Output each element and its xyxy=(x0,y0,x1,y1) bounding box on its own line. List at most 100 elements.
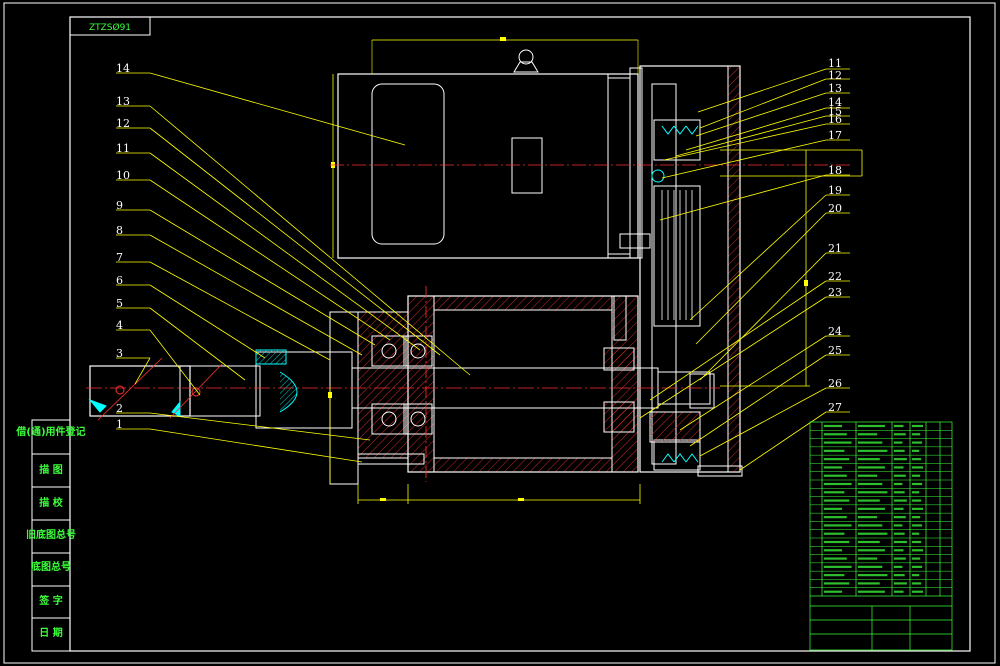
parts-list-entry xyxy=(824,565,852,568)
parts-list-entry xyxy=(894,449,905,452)
callout-right-19: 19 xyxy=(828,184,842,197)
parts-list-entry xyxy=(894,433,906,436)
callout-left-14: 14 xyxy=(116,62,130,75)
parts-list-entry xyxy=(912,474,921,477)
parts-list-entry xyxy=(824,441,852,444)
parts-list-entry xyxy=(894,507,904,510)
parts-list-entry xyxy=(824,574,845,577)
callout-right-21: 21 xyxy=(828,242,842,255)
side-panel-row-4: 底图总号 xyxy=(31,560,71,573)
parts-list-entry xyxy=(912,466,924,469)
parts-list-entry xyxy=(824,549,842,552)
callout-right-22: 22 xyxy=(828,270,842,283)
side-panel-row-3: 旧底图总号 xyxy=(26,528,76,541)
callout-right-20: 20 xyxy=(828,202,842,215)
parts-list-entry xyxy=(894,574,905,577)
parts-list-entry xyxy=(894,590,904,593)
parts-list-entry xyxy=(894,557,906,560)
parts-list-entry xyxy=(858,574,888,577)
parts-list-entry xyxy=(824,532,845,535)
parts-list-entry xyxy=(912,449,920,452)
callout-left-3: 3 xyxy=(116,347,123,360)
parts-list-entry xyxy=(858,524,883,527)
callout-right-26: 26 xyxy=(828,377,842,390)
parts-list-entry xyxy=(858,582,880,585)
parts-list-entry xyxy=(858,516,878,519)
parts-list-entry xyxy=(912,565,923,568)
parts-list-entry xyxy=(858,424,885,428)
parts-list-entry xyxy=(912,574,920,577)
callout-left-10: 10 xyxy=(116,169,130,182)
parts-list-entry xyxy=(894,474,906,477)
parts-list-entry xyxy=(894,458,907,461)
callout-left-7: 7 xyxy=(116,251,123,264)
parts-list-entry xyxy=(858,499,880,502)
tension-nut xyxy=(651,169,665,183)
parts-list-entry xyxy=(858,449,888,452)
parts-list-entry xyxy=(858,557,878,560)
parts-list-entry xyxy=(912,458,922,461)
callout-right-16: 16 xyxy=(828,113,842,126)
callout-left-2: 2 xyxy=(116,402,123,415)
callout-right-25: 25 xyxy=(828,344,842,357)
callout-left-8: 8 xyxy=(116,224,123,237)
tool-axis-line-2 xyxy=(169,363,223,419)
parts-list-entry xyxy=(824,590,842,593)
callout-right-13: 13 xyxy=(828,82,842,95)
callout-left-12: 12 xyxy=(116,117,130,130)
lower-pulley xyxy=(653,439,701,471)
parts-list-entry xyxy=(824,507,842,510)
callout-right-27: 27 xyxy=(828,401,842,414)
parts-list-entry xyxy=(894,516,906,519)
parts-list-entry xyxy=(894,491,905,494)
side-panel-row-0: 借(通)用件登记 xyxy=(15,425,85,438)
parts-list-entry xyxy=(858,441,883,444)
tool-axis-line xyxy=(97,357,163,421)
parts-list-entry xyxy=(858,482,883,486)
parts-list-entry xyxy=(894,499,907,502)
callout-left-1: 1 xyxy=(116,418,123,431)
parts-list-entry xyxy=(894,540,907,544)
parts-list-entry xyxy=(912,491,920,494)
parts-list-entry xyxy=(824,491,845,494)
side-panel-row-2: 描 校 xyxy=(39,496,63,509)
parts-list-entry xyxy=(912,549,924,552)
upper-pulley xyxy=(653,119,701,161)
parts-list-entry xyxy=(894,482,903,486)
callout-left-9: 9 xyxy=(116,199,123,212)
left-callout-labels: 14 13 12 11 10 9 8 7 6 5 4 3 2 1 xyxy=(116,62,130,431)
side-panel: 借(通)用件登记 描 图 描 校 旧底图总号 底图总号 签 字 日 期 xyxy=(15,419,86,652)
parts-list-entry xyxy=(824,449,845,452)
parts-list-entry xyxy=(912,507,924,510)
callout-right-17: 17 xyxy=(828,129,842,142)
parts-list-entry xyxy=(912,582,922,585)
parts-list-entry xyxy=(858,565,883,568)
callout-right-24: 24 xyxy=(828,325,842,338)
callout-left-6: 6 xyxy=(116,274,123,287)
parts-list-entry xyxy=(858,540,880,544)
callout-left-11: 11 xyxy=(116,142,130,155)
parts-list-entry xyxy=(824,458,850,461)
parts-list-entry xyxy=(858,433,878,436)
parts-list-entry xyxy=(912,557,921,560)
parts-list-entries xyxy=(824,424,924,593)
parts-list-entry xyxy=(858,549,885,552)
callout-left-4: 4 xyxy=(116,319,123,332)
parts-list-entry xyxy=(912,499,922,502)
parts-list-entry xyxy=(824,557,847,560)
parts-list-entry xyxy=(824,582,850,585)
callout-left-13: 13 xyxy=(116,95,130,108)
parts-list-entry xyxy=(912,532,920,535)
parts-list-entry xyxy=(858,474,878,477)
belt-housing xyxy=(639,65,741,473)
side-panel-row-5: 签 字 xyxy=(38,594,62,607)
parts-list-entry xyxy=(912,433,921,436)
title-block xyxy=(809,421,953,651)
assembly-drawing: ZTZSØ91 借(通)用件登记 描 图 描 校 旧底图总号 底图总号 签 字 … xyxy=(3,2,996,664)
parts-list-entry xyxy=(912,424,924,428)
parts-list-entry xyxy=(894,582,907,585)
parts-list-entry xyxy=(858,507,885,510)
parts-list-entry xyxy=(912,524,923,527)
parts-list-entry xyxy=(824,424,842,428)
parts-list-entry xyxy=(912,590,924,593)
